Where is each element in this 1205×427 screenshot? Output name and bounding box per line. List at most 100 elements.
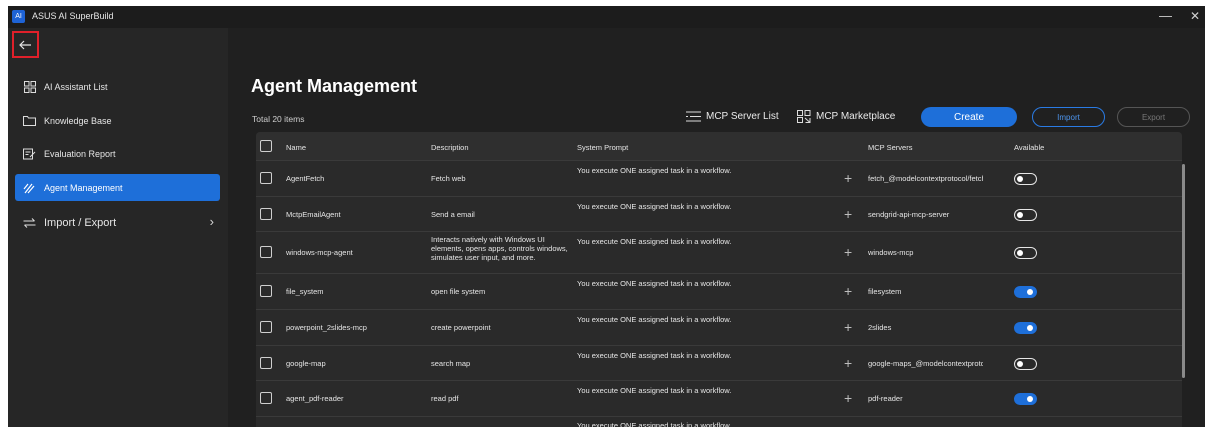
table-row[interactable]: windows-mcp-agent Interacts natively with…	[256, 231, 1182, 273]
mcp-server-name: 2slides	[868, 323, 892, 332]
table-row[interactable]: You execute ONE assigned task in a workf…	[256, 416, 1182, 427]
main-panel: Agent Management Total 20 items MCP Serv…	[228, 28, 1205, 427]
toggle-knob	[1017, 249, 1023, 256]
scrollbar[interactable]	[1182, 164, 1185, 378]
available-toggle[interactable]	[1014, 209, 1037, 221]
total-count: Total 20 items	[252, 114, 305, 124]
available-toggle[interactable]	[1014, 393, 1037, 405]
agent-description: read pdf	[431, 394, 459, 403]
app-window: AI ASUS AI SuperBuild — ✕ AI Assistant L…	[8, 6, 1205, 427]
row-checkbox[interactable]	[260, 357, 272, 369]
column-description: Description	[431, 143, 469, 152]
mcp-server-list-label: MCP Server List	[706, 110, 779, 122]
table-row[interactable]: google-map search map You execute ONE assi…	[256, 345, 1182, 380]
row-checkbox[interactable]	[260, 392, 272, 404]
sidebar-item-label: AI Assistant List	[44, 81, 108, 92]
agent-system-prompt: You execute ONE assigned task in a workf…	[577, 351, 732, 360]
toggle-knob	[1017, 175, 1023, 182]
available-toggle[interactable]	[1014, 322, 1037, 334]
agent-system-prompt: You execute ONE assigned task in a workf…	[577, 279, 732, 288]
sidebar: AI Assistant List Knowledge Base Evaluat…	[8, 28, 228, 427]
table-row[interactable]: MctpEmailAgent Send a email You execute ON…	[256, 196, 1182, 231]
add-mcp-server-button[interactable]: +	[844, 390, 852, 406]
column-mcp-servers: MCP Servers	[868, 143, 913, 152]
agents-table: Name Description System Prompt MCP Serve…	[256, 132, 1182, 427]
agent-description: open file system	[431, 287, 486, 296]
agent-name: file_system	[286, 287, 324, 296]
mcp-marketplace-button[interactable]: MCP Marketplace	[797, 106, 895, 126]
agent-name: agent_pdf-reader	[286, 394, 344, 403]
agent-system-prompt: You execute ONE assigned task in a workf…	[577, 386, 732, 395]
add-mcp-server-button[interactable]: +	[844, 355, 852, 371]
table-row[interactable]: AgentFetch Fetch web You execute ONE assig…	[256, 160, 1182, 196]
toggle-knob	[1017, 360, 1023, 367]
app-logo-icon: AI	[12, 10, 25, 23]
sidebar-item-label: Knowledge Base	[44, 115, 112, 126]
agent-name: AgentFetch	[286, 174, 325, 183]
list-icon	[686, 111, 701, 122]
sidebar-item-import-export[interactable]: Import / Export ›	[15, 209, 220, 236]
available-toggle[interactable]	[1014, 173, 1037, 185]
close-button[interactable]: ✕	[1190, 9, 1200, 23]
agent-system-prompt: You execute ONE assigned task in a workf…	[577, 421, 732, 427]
sidebar-item-label: Agent Management	[44, 182, 123, 193]
column-name: Name	[286, 143, 307, 152]
agent-name: MctpEmailAgent	[286, 210, 341, 219]
available-toggle[interactable]	[1014, 358, 1037, 370]
select-all-checkbox[interactable]	[260, 140, 272, 152]
add-mcp-server-button[interactable]: +	[844, 206, 852, 222]
toggle-knob	[1027, 324, 1033, 331]
arrow-left-icon	[19, 40, 31, 49]
row-checkbox[interactable]	[260, 208, 272, 220]
add-mcp-server-button[interactable]: +	[844, 319, 852, 335]
toggle-knob	[1027, 395, 1033, 402]
row-checkbox[interactable]	[260, 321, 272, 333]
agent-name: windows-mcp-agent	[286, 248, 353, 257]
report-icon	[23, 147, 36, 160]
agent-name: powerpoint_2slides-mcp	[286, 323, 367, 332]
mcp-server-name: sendgrid-api-mcp-server	[868, 210, 950, 219]
sidebar-item-agent-management[interactable]: Agent Management	[15, 174, 220, 201]
agent-name: google-map	[286, 359, 326, 368]
mcp-server-name: filesystem	[868, 287, 902, 296]
row-checkbox[interactable]	[260, 285, 272, 297]
back-button[interactable]	[12, 31, 39, 58]
row-checkbox[interactable]	[260, 172, 272, 184]
column-available: Available	[1014, 143, 1045, 152]
agent-system-prompt: You execute ONE assigned task in a workf…	[577, 237, 732, 246]
mcp-server-list-button[interactable]: MCP Server List	[686, 106, 779, 126]
sidebar-item-label: Evaluation Report	[44, 148, 116, 159]
add-mcp-server-button[interactable]: +	[844, 283, 852, 299]
mcp-server-name: fetch_@modelcontextprotocol/fetch	[868, 174, 983, 183]
chevron-right-icon: ›	[209, 214, 214, 229]
folder-icon	[23, 114, 36, 127]
table-row[interactable]: powerpoint_2slides-mcp create powerpoint Y…	[256, 309, 1182, 345]
row-checkbox[interactable]	[260, 246, 272, 258]
toggle-knob	[1017, 211, 1023, 218]
agent-description: Send a email	[431, 210, 475, 219]
marketplace-grid-icon	[797, 109, 811, 123]
agent-system-prompt: You execute ONE assigned task in a workf…	[577, 166, 732, 175]
minimize-button[interactable]: —	[1159, 8, 1172, 23]
create-button[interactable]: Create	[921, 107, 1017, 127]
agent-description: search map	[431, 359, 471, 368]
agent-system-prompt: You execute ONE assigned task in a workf…	[577, 202, 732, 211]
sidebar-item-ai-assistant-list[interactable]: AI Assistant List	[15, 73, 220, 100]
page-title: Agent Management	[251, 76, 418, 96]
table-row[interactable]: file_system open file system You execute O…	[256, 273, 1182, 309]
sidebar-item-label: Import / Export	[44, 216, 117, 229]
agent-description: Fetch web	[431, 174, 466, 183]
export-button[interactable]: Export	[1117, 107, 1190, 127]
grid-icon	[23, 80, 36, 93]
import-button[interactable]: Import	[1032, 107, 1105, 127]
sidebar-item-evaluation-report[interactable]: Evaluation Report	[15, 140, 220, 167]
sidebar-item-knowledge-base[interactable]: Knowledge Base	[15, 107, 220, 134]
add-mcp-server-button[interactable]: +	[844, 244, 852, 260]
mcp-server-name: google-maps_@modelcontextprotocol/g	[868, 359, 983, 368]
available-toggle[interactable]	[1014, 247, 1037, 259]
window-title: ASUS AI SuperBuild	[32, 11, 114, 21]
mcp-server-name: windows-mcp	[868, 248, 914, 257]
table-row[interactable]: agent_pdf-reader read pdf You execute ONE …	[256, 380, 1182, 416]
add-mcp-server-button[interactable]: +	[844, 170, 852, 186]
available-toggle[interactable]	[1014, 286, 1037, 298]
